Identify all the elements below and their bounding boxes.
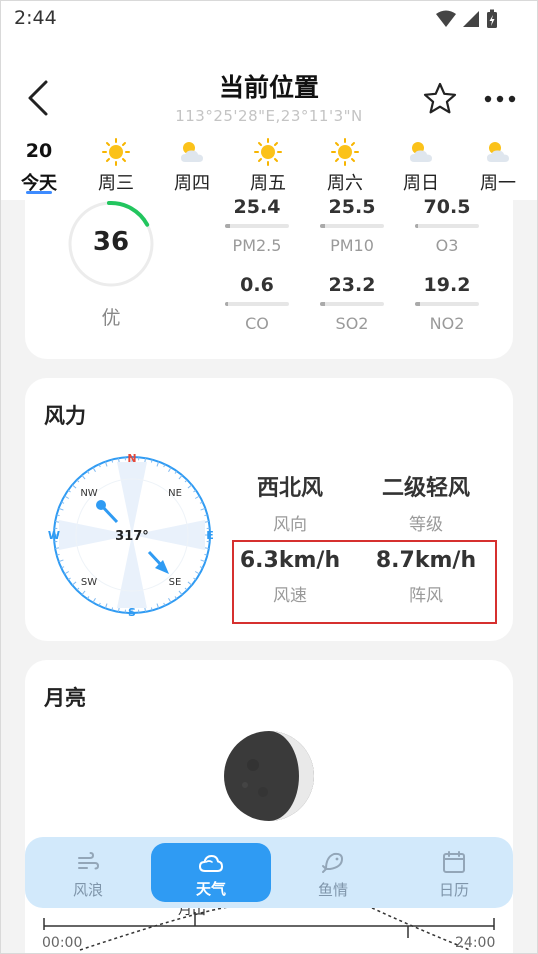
wind-direction-label: 风向 <box>273 515 307 535</box>
wind-grade-value: 二级轻风 <box>381 476 470 501</box>
pollutant-so2: 23.2 SO2 <box>317 272 387 333</box>
pollutant-name: SO2 <box>335 314 369 333</box>
wind-card: 风力 N S E W NW NE SW SE 317° 西北风 风向 二级轻风 … <box>25 378 513 641</box>
day-tab-label: 周一 <box>480 173 516 194</box>
compass-s: S <box>128 606 136 619</box>
pollutant-co: 0.6 CO <box>222 272 292 333</box>
moon-timeline: 月出 00:00 24:00 <box>42 902 495 951</box>
pollutant-name: NO2 <box>429 314 465 333</box>
wind-direction: 西北风 风向 <box>225 470 355 535</box>
nav-label: 风浪 <box>72 881 103 899</box>
pollutant-name: O3 <box>435 236 459 255</box>
wind-grade: 二级轻风 等级 <box>361 470 491 535</box>
pollutant-value: 0.6 <box>240 274 274 296</box>
day-tab-sat[interactable]: 周六 <box>313 136 377 200</box>
wind-card-title: 风力 <box>44 404 86 428</box>
pollutant-value: 25.5 <box>328 196 376 218</box>
timeline-start: 00:00 <box>42 935 82 951</box>
pollutant-bar <box>225 224 289 228</box>
compass-se: SE <box>169 577 182 588</box>
pollutant-value: 25.4 <box>233 196 281 218</box>
calendar-icon <box>443 851 465 873</box>
day-tab-wed[interactable]: 周三 <box>84 136 148 200</box>
highlight-box <box>232 540 497 624</box>
favorite-star-button[interactable] <box>422 81 458 117</box>
aqi-level: 优 <box>101 307 121 329</box>
day-tab-mon[interactable]: 周一 <box>466 136 530 200</box>
wind-grade-label: 等级 <box>409 515 443 535</box>
partly-cloudy-icon <box>410 142 432 162</box>
moon-phase-image <box>224 731 314 821</box>
day-tab-thu[interactable]: 周四 <box>160 136 224 200</box>
pollutant-bar <box>415 224 479 228</box>
header: 当前位置 113°25'28"E,23°11'3"N <box>0 38 538 136</box>
day-tab-label: 周四 <box>174 173 210 194</box>
pollutant-bar <box>415 302 479 306</box>
pollutant-value: 23.2 <box>328 274 376 296</box>
fish-icon <box>322 852 343 873</box>
pollutant-no2: 19.2 NO2 <box>412 272 482 333</box>
day-tab-sun[interactable]: 周日 <box>389 136 453 200</box>
day-tabs: 20 今天 周三 周四 周五 周六 周日 周一 <box>0 136 538 200</box>
partly-cloudy-icon <box>487 142 509 162</box>
compass-nw: NW <box>80 488 97 499</box>
status-time: 2:44 <box>14 7 57 29</box>
pollutant-bar <box>320 302 384 306</box>
sun-icon <box>331 138 359 166</box>
more-options-button[interactable] <box>482 89 518 109</box>
battery-icon <box>487 9 497 28</box>
pollutant-pm25: 25.4 PM2.5 <box>222 194 292 255</box>
air-quality-card: 36 优 25.4 PM2.5 25.5 PM10 70.5 O3 0.6 CO… <box>25 196 513 359</box>
pollutant-o3: 70.5 O3 <box>412 194 482 255</box>
pollutant-name: PM10 <box>330 236 374 255</box>
status-bar: 2:44 <box>0 0 538 38</box>
sun-icon <box>102 138 130 166</box>
wind-direction-value: 西北风 <box>256 476 323 501</box>
status-icons <box>436 9 498 29</box>
wind-degrees: 317° <box>115 529 149 544</box>
day-tab-date: 20 <box>25 140 53 162</box>
wifi-icon <box>436 10 456 27</box>
day-tab-fri[interactable]: 周五 <box>236 136 300 200</box>
partly-cloudy-icon <box>181 142 203 162</box>
day-tab-label: 周日 <box>403 173 439 194</box>
pollutant-bar <box>320 224 384 228</box>
day-tab-label: 周五 <box>250 173 286 194</box>
wind-compass: N S E W NW NE SW SE 317° <box>48 452 214 619</box>
pollutant-bar <box>225 302 289 306</box>
pollutant-name: CO <box>245 314 269 333</box>
compass-w: W <box>48 529 60 542</box>
moon-card-title: 月亮 <box>44 686 86 710</box>
pollutant-value: 70.5 <box>423 196 471 218</box>
day-tab-today[interactable]: 20 今天 <box>7 136 71 200</box>
cloud-icon <box>199 855 223 872</box>
wind-wave-icon <box>78 852 100 870</box>
nav-fish[interactable]: 鱼情 <box>274 837 392 908</box>
pollutant-pm10: 25.5 PM10 <box>317 194 387 255</box>
day-tab-label: 周三 <box>98 173 134 194</box>
day-tab-label: 周六 <box>327 173 363 194</box>
nav-weather[interactable]: 天气 <box>151 843 271 902</box>
compass-ne: NE <box>168 488 182 499</box>
pollutant-value: 19.2 <box>423 274 471 296</box>
nav-label: 鱼情 <box>317 881 348 899</box>
sun-icon <box>254 138 282 166</box>
pollutant-name: PM2.5 <box>232 236 282 255</box>
nav-label: 日历 <box>438 881 469 899</box>
compass-n: N <box>127 452 136 465</box>
signal-icon <box>463 11 479 27</box>
active-tab-indicator <box>26 191 52 194</box>
nav-calendar[interactable]: 日历 <box>395 837 513 908</box>
bottom-nav: 风浪 天气 鱼情 日历 <box>25 837 513 908</box>
nav-wind-wave[interactable]: 风浪 <box>29 837 147 908</box>
compass-e: E <box>206 529 214 542</box>
compass-sw: SW <box>81 577 97 588</box>
timeline-end: 24:00 <box>455 935 495 951</box>
aqi-value: 36 <box>92 227 130 257</box>
nav-label: 天气 <box>195 880 226 898</box>
